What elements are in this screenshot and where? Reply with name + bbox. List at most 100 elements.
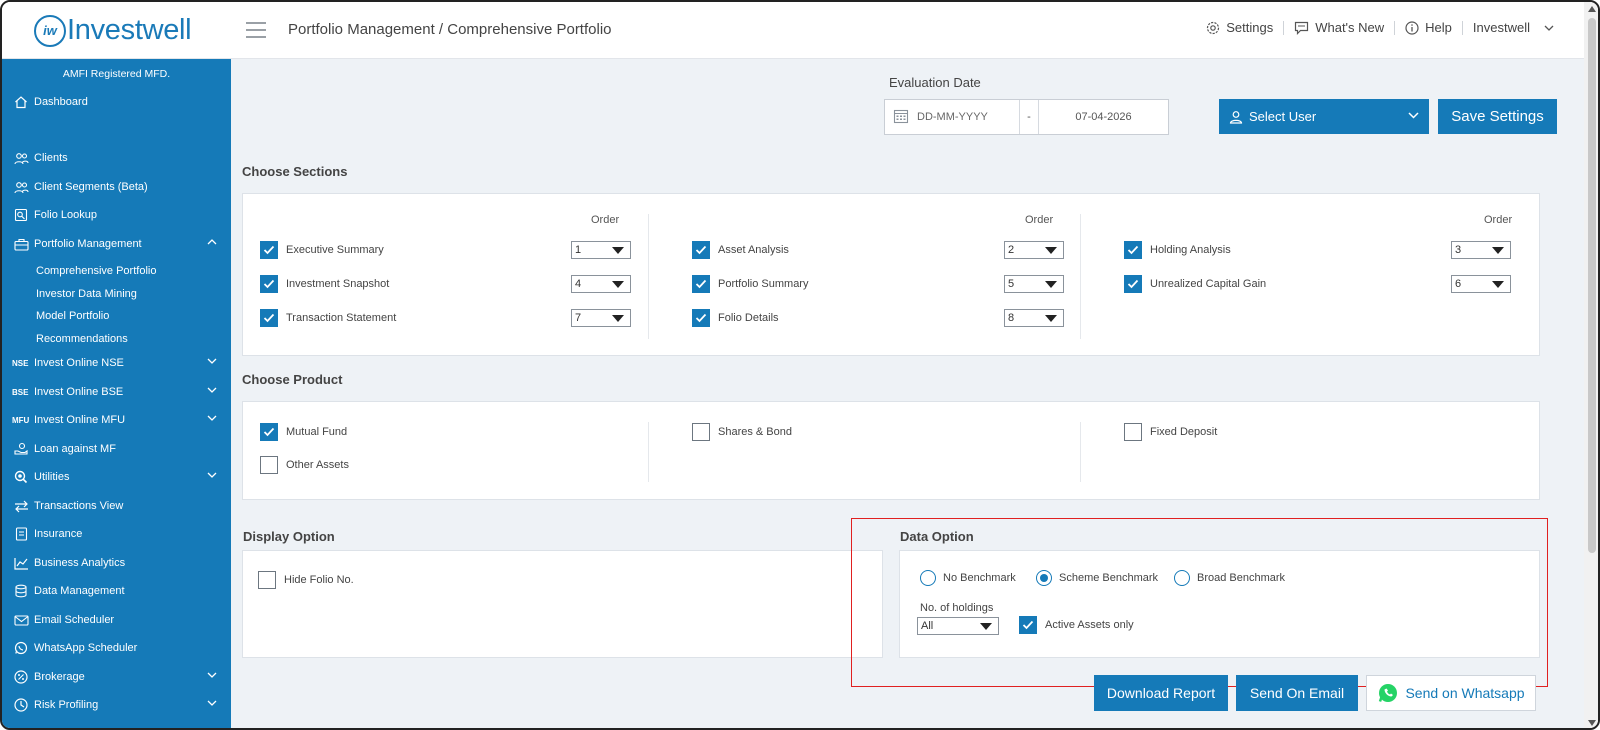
sidebar-item-dashboard[interactable]: Dashboard [2,90,231,114]
sidebar-item-risk-profiling[interactable]: Risk Profiling [2,693,231,717]
evaluation-date-range[interactable]: DD-MM-YYYY - 07-04-2026 [884,99,1169,135]
checkbox[interactable] [692,309,710,327]
order-value: 7 [575,312,582,324]
whats-new-label: What's New [1315,20,1385,35]
order-select[interactable]: 1 [571,241,631,259]
hamburger-menu-icon[interactable] [246,22,266,38]
section-label: Executive Summary [286,244,384,256]
download-report-button[interactable]: Download Report [1094,675,1228,711]
percent-icon [12,668,30,686]
sidebar-item-invest-online-nse[interactable]: NSE Invest Online NSE [2,351,231,375]
send-on-email-button[interactable]: Send On Email [1236,675,1358,711]
select-user-dropdown[interactable]: Select User [1219,99,1429,134]
help-link[interactable]: Help [1405,20,1452,35]
sidebar-item-transactions-view[interactable]: Transactions View [2,494,231,518]
divider [1283,20,1285,35]
order-value: 6 [1455,278,1462,290]
order-label: Order [1025,214,1054,226]
sidebar-subitem-model-portfolio[interactable]: Model Portfolio [36,306,109,326]
top-header: iw Investwell Portfolio Management / Com… [2,2,1584,59]
sidebar-item-folio-lookup[interactable]: Folio Lookup [2,203,231,227]
scroll-thumb[interactable] [1588,18,1596,553]
checkbox[interactable] [260,309,278,327]
checkbox[interactable] [1124,423,1142,441]
settings-link[interactable]: Settings [1206,20,1273,35]
hide-folio-option[interactable]: Hide Folio No. [258,571,354,589]
sidebar-item-client-segments[interactable]: Client Segments (Beta) [2,175,231,199]
sidebar-item-whatsapp-scheduler[interactable]: WhatsApp Scheduler [2,636,231,660]
checkbox[interactable] [692,423,710,441]
date-separator: - [1019,100,1039,134]
sections-card: Order Order Order Executive Summary 1 In… [242,193,1540,356]
sidebar-item-data-management[interactable]: Data Management [2,579,231,603]
section-holding-analysis[interactable]: Holding Analysis [1124,241,1231,259]
order-select[interactable]: 6 [1451,275,1511,293]
dropdown-arrow-icon [1492,247,1504,254]
section-folio-details[interactable]: Folio Details [692,309,779,327]
utilities-icon [12,468,30,486]
sidebar-subitem-comprehensive-portfolio[interactable]: Comprehensive Portfolio [36,261,156,281]
choose-product-title: Choose Product [242,372,343,387]
sidebar-item-utilities[interactable]: Utilities [2,465,231,489]
users-icon [12,149,30,167]
section-executive-summary[interactable]: Executive Summary [260,241,384,259]
send-on-whatsapp-button[interactable]: Send on Whatsapp [1366,675,1536,711]
order-select[interactable]: 2 [1004,241,1064,259]
dropdown-arrow-icon [1492,281,1504,288]
checkbox[interactable] [260,456,278,474]
checkbox[interactable] [260,423,278,441]
checkbox[interactable] [692,241,710,259]
whats-new-link[interactable]: What's New [1294,20,1384,35]
checkbox[interactable] [1124,241,1142,259]
user-icon [1229,110,1243,124]
sidebar-item-label: Portfolio Management [34,238,142,250]
sidebar-item-loan-against-mf[interactable]: Loan against MF [2,437,231,461]
checkbox[interactable] [692,275,710,293]
checkbox[interactable] [260,275,278,293]
user-menu[interactable]: Investwell [1473,20,1560,35]
scroll-down-arrow-icon[interactable] [1588,720,1596,726]
checkbox[interactable] [1124,275,1142,293]
sidebar-item-portfolio-management[interactable]: Portfolio Management [2,232,231,256]
sidebar-item-label: Brokerage [34,671,85,683]
product-mutual-fund[interactable]: Mutual Fund [260,423,347,441]
vertical-scrollbar[interactable] [1584,2,1598,728]
section-asset-analysis[interactable]: Asset Analysis [692,241,789,259]
sidebar-item-insurance[interactable]: Insurance [2,522,231,546]
from-date-input[interactable]: DD-MM-YYYY [917,111,1019,123]
sidebar-item-invest-online-mfu[interactable]: MFU Invest Online MFU [2,408,231,432]
checkbox[interactable] [258,571,276,589]
highlight-box [851,518,1548,687]
section-transaction-statement[interactable]: Transaction Statement [260,309,396,327]
save-settings-button[interactable]: Save Settings [1438,99,1557,134]
section-unrealized-capital-gain[interactable]: Unrealized Capital Gain [1124,275,1266,293]
order-select[interactable]: 8 [1004,309,1064,327]
sidebar-item-label: Invest Online MFU [34,414,126,426]
order-select[interactable]: 7 [571,309,631,327]
sidebar-item-label: Utilities [34,471,70,483]
sidebar-item-business-analytics[interactable]: Business Analytics [2,551,231,575]
calendar-icon [893,108,909,127]
chevron-up-icon [207,239,217,245]
order-select[interactable]: 5 [1004,275,1064,293]
order-value: 2 [1008,244,1015,256]
product-other-assets[interactable]: Other Assets [260,456,349,474]
sidebar-item-email-scheduler[interactable]: Email Scheduler [2,608,231,632]
section-portfolio-summary[interactable]: Portfolio Summary [692,275,808,293]
checkbox[interactable] [260,241,278,259]
order-select[interactable]: 4 [571,275,631,293]
to-date-input[interactable]: 07-04-2026 [1039,111,1168,123]
choose-sections-title: Choose Sections [242,164,348,179]
sidebar-subitem-investor-data-mining[interactable]: Investor Data Mining [36,284,137,304]
logo[interactable]: iw Investwell [34,14,192,47]
sidebar-subitem-recommendations[interactable]: Recommendations [36,329,128,349]
scroll-up-arrow-icon[interactable] [1588,6,1596,12]
product-shares-bond[interactable]: Shares & Bond [692,423,792,441]
order-select[interactable]: 3 [1451,241,1511,259]
product-fixed-deposit[interactable]: Fixed Deposit [1124,423,1217,441]
sidebar-item-invest-online-bse[interactable]: BSE Invest Online BSE [2,380,231,404]
sidebar-item-clients[interactable]: Clients [2,146,231,170]
section-investment-snapshot[interactable]: Investment Snapshot [260,275,389,293]
sidebar-item-label: Loan against MF [34,443,116,455]
sidebar-item-brokerage[interactable]: Brokerage [2,665,231,689]
